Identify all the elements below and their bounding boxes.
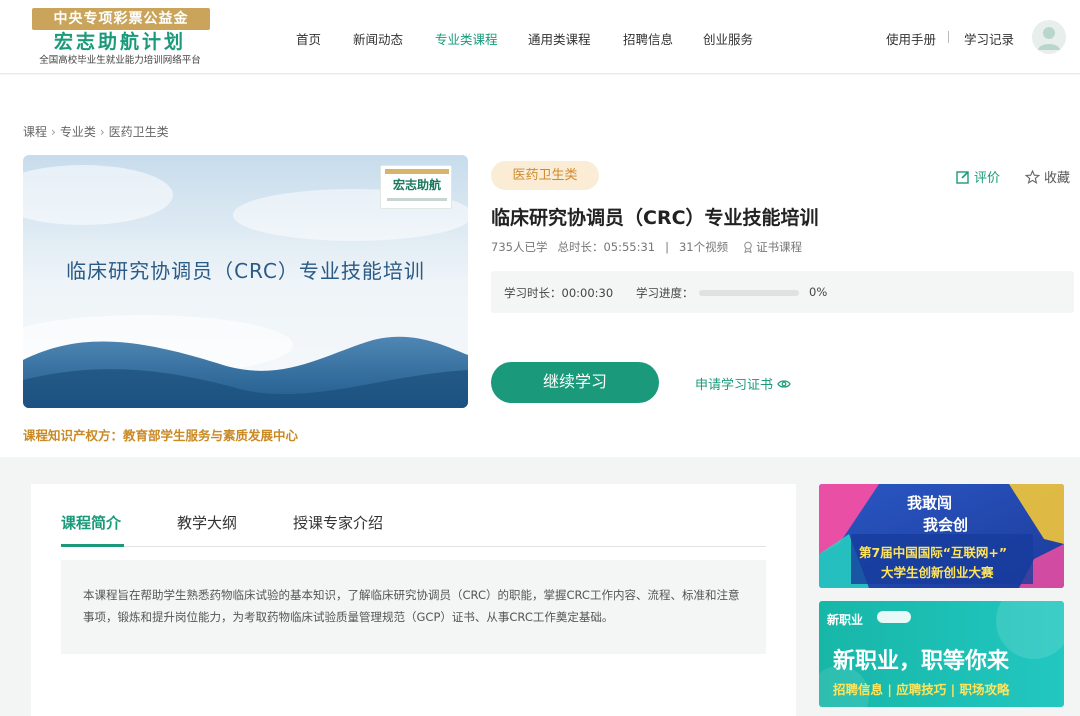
star-icon bbox=[1024, 169, 1041, 184]
learner-count: 735人已学 bbox=[491, 240, 548, 254]
breadcrumb-professional[interactable]: 专业类 bbox=[60, 125, 96, 139]
site-logo[interactable]: 中央专项彩票公益金 宏志助航计划 全国高校毕业生就业能力培训网络平台 bbox=[28, 6, 212, 68]
nav-startup-services[interactable]: 创业服务 bbox=[703, 29, 753, 48]
course-detail-panel: 课程简介 教学大纲 授课专家介绍 本课程旨在帮助学生熟悉药物临床试验的基本知识，… bbox=[31, 484, 796, 716]
apply-certificate-link[interactable]: 申请学习证书 bbox=[695, 374, 791, 393]
contest-slogan-1: 我敢闯 bbox=[907, 494, 953, 512]
user-manual-link[interactable]: 使用手册 bbox=[886, 29, 936, 48]
nav-professional-courses[interactable]: 专业类课程 bbox=[435, 29, 498, 48]
study-history-link[interactable]: 学习记录 bbox=[964, 29, 1014, 48]
breadcrumb: 课程 › 专业类 › 医药卫生类 bbox=[23, 123, 169, 140]
tab-syllabus[interactable]: 教学大纲 bbox=[177, 512, 237, 533]
logo-top-text: 中央专项彩票公益金 bbox=[32, 8, 210, 30]
course-hero: 课程 › 专业类 › 医药卫生类 临床研究协调员（CRC）专业技能培训 宏志助航… bbox=[0, 75, 1080, 457]
continue-learning-button[interactable]: 继续学习 bbox=[491, 362, 659, 403]
course-description: 本课程旨在帮助学生熟悉药物临床试验的基本知识，了解临床研究协调员（CRC）的职能… bbox=[61, 560, 766, 654]
certificate-icon bbox=[744, 241, 752, 253]
ip-owner-text: 课程知识产权方：教育部学生服务与素质发展中心 bbox=[23, 428, 299, 443]
video-count: 31个视频 bbox=[678, 240, 729, 254]
chevron-right-icon: › bbox=[99, 125, 105, 139]
user-icon bbox=[1038, 27, 1060, 50]
careers-brand: 新职业 bbox=[827, 613, 864, 627]
edit-icon bbox=[956, 171, 969, 184]
nav-news[interactable]: 新闻动态 bbox=[353, 29, 403, 48]
cover-badge-text: 宏志助航 bbox=[392, 178, 441, 192]
course-meta: 735人已学 总时长：05:55:31 | 31个视频 证书课程 bbox=[491, 239, 802, 255]
chevron-right-icon: › bbox=[51, 125, 56, 139]
careers-headline: 新职业，职等你来 bbox=[833, 649, 1010, 674]
header-divider bbox=[948, 31, 949, 43]
category-tag: 医药卫生类 bbox=[491, 161, 599, 190]
study-time: 学习时长：00:00:30 bbox=[504, 286, 614, 300]
progress-panel: 学习时长：00:00:30 学习进度： 0% bbox=[491, 271, 1074, 313]
new-careers-banner[interactable]: 新职业 新职业，职等你来 招聘信息 | 应聘技巧 | 职场攻略 bbox=[819, 601, 1064, 707]
innovation-contest-banner[interactable]: 我敢闯 我会创 第7届中国国际“互联网+” 大学生创新创业大赛 bbox=[819, 484, 1064, 588]
review-label: 评价 bbox=[974, 171, 1001, 186]
cover-title: 临床研究协调员（CRC）专业技能培训 bbox=[66, 259, 425, 283]
course-cover-image[interactable]: 临床研究协调员（CRC）专业技能培训 宏志助航 bbox=[23, 155, 468, 408]
cover-logo-badge: 宏志助航 bbox=[380, 165, 452, 209]
apply-certificate-label: 申请学习证书 bbox=[695, 378, 774, 393]
logo-main-text: 宏志助航计划 bbox=[53, 31, 186, 53]
progress-label: 学习进度： bbox=[636, 286, 694, 300]
course-title: 临床研究协调员（CRC）专业技能培训 bbox=[491, 207, 819, 229]
nav-general-courses[interactable]: 通用类课程 bbox=[528, 29, 591, 48]
meta-divider: | bbox=[665, 240, 669, 254]
header-right: 使用手册 学习记录 bbox=[860, 0, 1080, 74]
nav-jobs[interactable]: 招聘信息 bbox=[623, 29, 673, 48]
progress-bar bbox=[699, 290, 799, 296]
breadcrumb-courses[interactable]: 课程 bbox=[23, 125, 47, 139]
review-button[interactable]: 评价 bbox=[956, 167, 1000, 186]
site-header: 中央专项彩票公益金 宏志助航计划 全国高校毕业生就业能力培训网络平台 首页 新闻… bbox=[0, 0, 1080, 74]
favorite-label: 收藏 bbox=[1044, 171, 1071, 186]
user-avatar[interactable] bbox=[1032, 20, 1066, 54]
nav-home[interactable]: 首页 bbox=[296, 29, 321, 48]
breadcrumb-medical[interactable]: 医药卫生类 bbox=[109, 125, 169, 139]
favorite-button[interactable]: 收藏 bbox=[1024, 167, 1071, 186]
eye-icon bbox=[777, 380, 791, 388]
contest-title-1: 第7届中国国际“互联网+” bbox=[859, 545, 1008, 560]
total-duration: 总时长：05:55:31 bbox=[557, 240, 656, 254]
detail-tabs: 课程简介 教学大纲 授课专家介绍 bbox=[61, 484, 766, 547]
tab-introduction[interactable]: 课程简介 bbox=[61, 512, 121, 533]
progress-percent: 0% bbox=[809, 285, 828, 299]
contest-slogan-2: 我会创 bbox=[923, 516, 969, 534]
careers-links: 招聘信息 | 应聘技巧 | 职场攻略 bbox=[833, 682, 1010, 697]
logo-sub-text: 全国高校毕业生就业能力培训网络平台 bbox=[39, 55, 201, 66]
active-tab-indicator bbox=[61, 544, 124, 547]
tab-instructors[interactable]: 授课专家介绍 bbox=[293, 512, 383, 533]
certificate-course-label: 证书课程 bbox=[756, 240, 803, 254]
contest-title-2: 大学生创新创业大赛 bbox=[881, 565, 994, 580]
